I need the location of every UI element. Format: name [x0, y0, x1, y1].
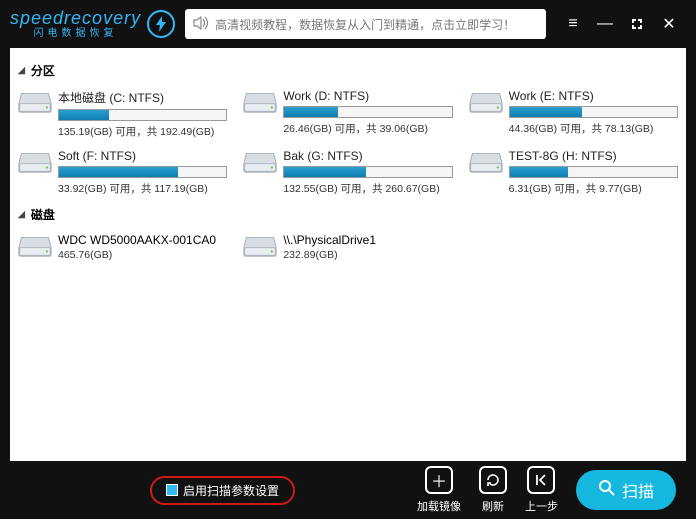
scan-button-label: 扫描 [622, 478, 654, 502]
caret-down-icon: ◢ [18, 65, 25, 76]
disks-grid: WDC WD5000AAKX-001CA0 465.76(GB) \\.\Physi… [16, 227, 680, 267]
caret-down-icon: ◢ [18, 209, 25, 220]
partitions-grid: 本地磁盘 (C: NTFS) 135.19(GB) 可用，共 192.49(GB)… [16, 83, 680, 202]
disk-item[interactable]: \\.\PhysicalDrive1 232.89(GB) [241, 231, 454, 263]
partition-item[interactable]: Work (E: NTFS) 44.36(GB) 可用，共 78.13(GB) [467, 87, 680, 141]
disk-stats: 465.76(GB) [58, 249, 227, 261]
logo-subtitle: 闪电数据恢复 [10, 29, 141, 39]
partition-stats: 132.55(GB) 可用，共 260.67(GB) [283, 181, 452, 196]
disk-stats: 232.89(GB) [283, 249, 452, 261]
section-partitions-label: 分区 [31, 62, 55, 79]
maximize-button[interactable] [628, 15, 646, 33]
scan-params-label: 启用扫描参数设置 [183, 482, 279, 499]
speaker-icon [193, 16, 209, 33]
close-button[interactable]: ✕ [660, 15, 678, 33]
partition-name: Work (D: NTFS) [283, 89, 452, 103]
plus-icon: ＋ [425, 466, 453, 494]
tutorial-text: 高清视频教程，数据恢复从入门到精通，点击立即学习！ [215, 16, 515, 33]
section-disks-label: 磁盘 [31, 206, 55, 223]
bolt-icon [147, 10, 175, 38]
disk-name: WDC WD5000AAKX-001CA0 [58, 233, 227, 247]
logo-main: speedrecovery [10, 9, 141, 27]
refresh-icon [479, 466, 507, 494]
app-logo: speedrecovery 闪电数据恢复 [10, 9, 175, 39]
usage-bar [283, 106, 452, 118]
disk-name: \\.\PhysicalDrive1 [283, 233, 452, 247]
menu-icon[interactable]: ≡ [564, 15, 582, 33]
partition-item[interactable]: 本地磁盘 (C: NTFS) 135.19(GB) 可用，共 192.49(GB) [16, 87, 229, 141]
checkbox-icon [166, 484, 178, 496]
partition-item[interactable]: TEST-8G (H: NTFS) 6.31(GB) 可用，共 9.77(GB) [467, 147, 680, 198]
refresh-button[interactable]: 刷新 [479, 466, 507, 514]
usage-bar [283, 166, 452, 178]
partition-item[interactable]: Soft (F: NTFS) 33.92(GB) 可用，共 117.19(GB) [16, 147, 229, 198]
usage-bar [509, 106, 678, 118]
tutorial-banner[interactable]: 高清视频教程，数据恢复从入门到精通，点击立即学习！ [185, 9, 546, 39]
usage-bar [58, 166, 227, 178]
main-content: ◢ 分区 本地磁盘 (C: NTFS) 135.19(GB) 可用，共 192.4… [10, 48, 686, 461]
section-disks-header[interactable]: ◢ 磁盘 [16, 202, 680, 227]
enable-scan-params-toggle[interactable]: 启用扫描参数设置 [150, 476, 295, 505]
magnifier-icon [598, 479, 616, 502]
disk-item[interactable]: WDC WD5000AAKX-001CA0 465.76(GB) [16, 231, 229, 263]
minimize-button[interactable]: ― [596, 15, 614, 33]
footer-left: 启用扫描参数设置 [20, 476, 399, 505]
partition-name: TEST-8G (H: NTFS) [509, 149, 678, 163]
partition-name: 本地磁盘 (C: NTFS) [58, 89, 227, 106]
footer-toolbar: 启用扫描参数设置 ＋ 加载镜像 刷新 上一步 扫描 [0, 461, 696, 519]
load-image-label: 加载镜像 [417, 498, 461, 514]
section-partitions-header[interactable]: ◢ 分区 [16, 58, 680, 83]
load-image-button[interactable]: ＋ 加载镜像 [417, 466, 461, 514]
partition-item[interactable]: Work (D: NTFS) 26.46(GB) 可用，共 39.06(GB) [241, 87, 454, 141]
usage-bar [58, 109, 227, 121]
previous-step-button[interactable]: 上一步 [525, 466, 558, 514]
partition-name: Soft (F: NTFS) [58, 149, 227, 163]
partition-stats: 33.92(GB) 可用，共 117.19(GB) [58, 181, 227, 196]
scan-button[interactable]: 扫描 [576, 470, 676, 510]
partition-stats: 44.36(GB) 可用，共 78.13(GB) [509, 121, 678, 136]
partition-name: Work (E: NTFS) [509, 89, 678, 103]
previous-step-label: 上一步 [525, 498, 558, 514]
window-controls: ≡ ― ✕ [556, 15, 686, 33]
partition-stats: 135.19(GB) 可用，共 192.49(GB) [58, 124, 227, 139]
partition-stats: 6.31(GB) 可用，共 9.77(GB) [509, 181, 678, 196]
step-back-icon [527, 466, 555, 494]
partition-name: Bak (G: NTFS) [283, 149, 452, 163]
app-window: speedrecovery 闪电数据恢复 高清视频教程，数据恢复从入门到精通，点… [0, 0, 696, 519]
titlebar: speedrecovery 闪电数据恢复 高清视频教程，数据恢复从入门到精通，点… [0, 0, 696, 48]
partition-item[interactable]: Bak (G: NTFS) 132.55(GB) 可用，共 260.67(GB) [241, 147, 454, 198]
usage-bar [509, 166, 678, 178]
partition-stats: 26.46(GB) 可用，共 39.06(GB) [283, 121, 452, 136]
refresh-label: 刷新 [482, 498, 504, 514]
